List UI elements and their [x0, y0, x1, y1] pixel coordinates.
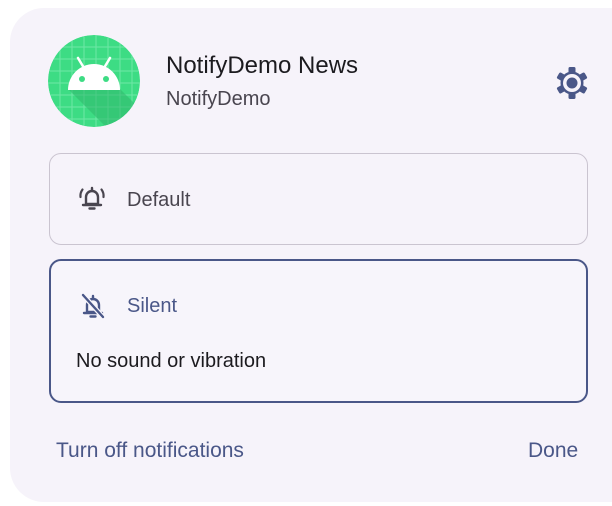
app-name: NotifyDemo [166, 88, 271, 110]
gear-icon [556, 67, 588, 99]
bell-ringing-icon [76, 182, 108, 219]
silent-option-label: Silent [127, 295, 178, 317]
bell-off-icon [77, 290, 109, 327]
turn-off-notifications-button[interactable]: Turn off notifications [56, 439, 244, 463]
default-option[interactable]: Default [49, 153, 588, 245]
app-channel-title: NotifyDemo News [166, 52, 359, 79]
android-app-icon [48, 35, 140, 127]
done-button[interactable]: Done [528, 439, 578, 463]
notification-settings-card: NotifyDemo News NotifyDemo Default Silen… [10, 8, 612, 502]
settings-button[interactable] [551, 62, 593, 104]
default-option-label: Default [127, 189, 191, 211]
silent-option-description: No sound or vibration [76, 350, 267, 372]
silent-option[interactable]: Silent No sound or vibration [49, 259, 588, 403]
